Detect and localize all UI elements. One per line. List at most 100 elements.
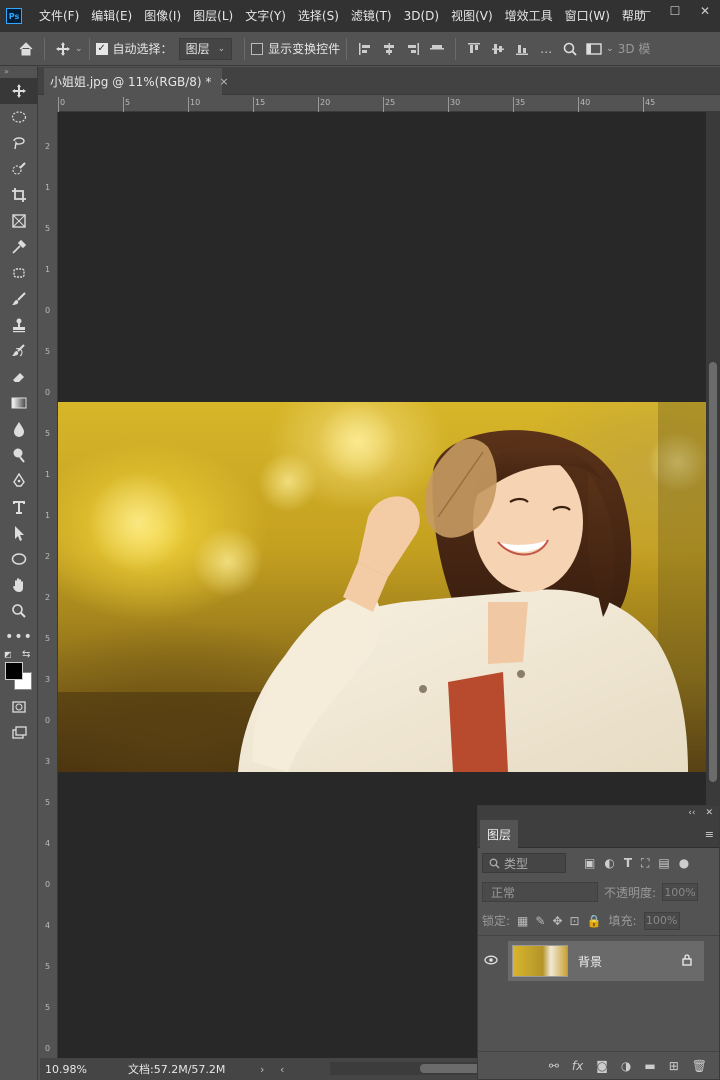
quick-select-tool-icon[interactable] <box>0 156 38 182</box>
menu-window[interactable]: 窗口(W) <box>559 0 616 32</box>
filter-adjustment-icon[interactable]: ◐ <box>604 856 614 871</box>
menu-3d[interactable]: 3D(D) <box>398 0 445 32</box>
ruler-horizontal[interactable]: 0 5 10 15 20 25 30 35 40 45 <box>58 96 720 112</box>
move-tool-icon[interactable] <box>51 37 75 61</box>
menu-select[interactable]: 选择(S) <box>292 0 345 32</box>
path-selection-tool-icon[interactable] <box>0 520 38 546</box>
close-panel-icon[interactable]: ✕ <box>705 808 713 818</box>
foreground-color-swatch[interactable] <box>5 662 23 680</box>
quick-mask-icon[interactable] <box>0 694 38 720</box>
distribute-icon[interactable] <box>425 37 449 61</box>
align-right-icon[interactable] <box>401 37 425 61</box>
collapse-panel-icon[interactable]: ‹‹ <box>688 808 695 818</box>
align-middle-icon[interactable] <box>486 37 510 61</box>
menu-filter[interactable]: 滤镜(T) <box>345 0 398 32</box>
filter-shape-icon[interactable]: ⛶ <box>641 856 649 871</box>
zoom-level[interactable]: 10.98% <box>40 1063 98 1076</box>
chevron-right-icon[interactable]: › <box>260 1063 264 1076</box>
menu-view[interactable]: 视图(V) <box>445 0 499 32</box>
document-tab[interactable]: 小姐姐.jpg @ 11%(RGB/8) * × <box>44 68 229 95</box>
type-tool-icon[interactable] <box>0 494 38 520</box>
show-transform-checkbox[interactable] <box>251 42 264 55</box>
delete-layer-icon[interactable]: 🗑 <box>692 1059 707 1073</box>
link-layers-icon[interactable]: ⚯ <box>549 1059 559 1073</box>
filter-toggle-icon[interactable]: ● <box>679 856 689 871</box>
menu-layer[interactable]: 图层(L) <box>187 0 239 32</box>
panel-menu-icon[interactable]: ≡ <box>705 828 714 841</box>
ruler-vertical[interactable]: 21510505112253035404550 <box>40 112 58 1058</box>
chevron-left-icon[interactable]: ‹ <box>280 1063 284 1076</box>
adjustment-layer-icon[interactable]: ◑ <box>621 1059 631 1073</box>
layer-style-icon[interactable]: fx <box>572 1059 583 1073</box>
search-icon[interactable] <box>558 37 582 61</box>
auto-select-checkbox[interactable]: ✓ <box>95 42 108 55</box>
lock-icon[interactable] <box>682 953 692 969</box>
blur-tool-icon[interactable] <box>0 416 38 442</box>
blend-mode-dropdown[interactable]: 正常 <box>482 882 598 902</box>
opacity-field[interactable]: 100% <box>662 883 699 901</box>
pen-tool-icon[interactable] <box>0 468 38 494</box>
layer-row[interactable]: 背景 <box>508 941 704 981</box>
eraser-tool-icon[interactable] <box>0 364 38 390</box>
workspace-icon[interactable] <box>582 37 606 61</box>
align-center-icon[interactable] <box>377 37 401 61</box>
align-left-icon[interactable] <box>353 37 377 61</box>
screen-mode-icon[interactable] <box>0 720 38 746</box>
new-layer-icon[interactable]: ⊞ <box>669 1059 679 1073</box>
lock-position-icon[interactable]: ✥ <box>552 914 562 928</box>
close-window-button[interactable]: ✕ <box>690 0 720 22</box>
minimize-button[interactable]: — <box>630 0 660 22</box>
menu-file[interactable]: 文件(F) <box>33 0 85 32</box>
chevron-down-icon[interactable]: ⌄ <box>75 44 83 54</box>
frame-tool-icon[interactable] <box>0 208 38 234</box>
menu-image[interactable]: 图像(I) <box>138 0 187 32</box>
marquee-tool-icon[interactable] <box>0 104 38 130</box>
healing-brush-tool-icon[interactable] <box>0 260 38 286</box>
add-mask-icon[interactable]: ◙ <box>596 1059 608 1073</box>
layer-filter-dropdown[interactable]: 类型 <box>482 853 566 873</box>
maximize-button[interactable]: ☐ <box>660 0 690 22</box>
ellipse-tool-icon[interactable] <box>0 546 38 572</box>
chevron-down-icon[interactable]: ⌄ <box>606 44 614 54</box>
menu-plugins[interactable]: 增效工具 <box>499 0 559 32</box>
menu-edit[interactable]: 编辑(E) <box>85 0 138 32</box>
menu-type[interactable]: 文字(Y) <box>239 0 292 32</box>
align-top-icon[interactable] <box>462 37 486 61</box>
zoom-tool-icon[interactable] <box>0 598 38 624</box>
hand-tool-icon[interactable] <box>0 572 38 598</box>
collapse-toolbox-icon[interactable]: » <box>0 66 37 78</box>
document-image[interactable] <box>58 402 706 772</box>
lasso-tool-icon[interactable] <box>0 130 38 156</box>
filter-type-icon[interactable]: T <box>624 856 632 871</box>
vertical-scroll-thumb[interactable] <box>709 362 717 782</box>
ruler-tick <box>578 97 579 112</box>
auto-select-target-dropdown[interactable]: 图层 ⌄ <box>178 37 233 60</box>
history-brush-tool-icon[interactable] <box>0 338 38 364</box>
lock-all-icon[interactable]: 🔒 <box>587 914 602 928</box>
crop-tool-icon[interactable] <box>0 182 38 208</box>
brush-tool-icon[interactable] <box>0 286 38 312</box>
lock-image-icon[interactable]: ✎ <box>535 914 545 928</box>
tab-layers[interactable]: 图层 <box>480 820 518 848</box>
lock-artboard-icon[interactable]: ⊡ <box>570 914 580 928</box>
clone-stamp-tool-icon[interactable] <box>0 312 38 338</box>
eyedropper-tool-icon[interactable] <box>0 234 38 260</box>
close-tab-icon[interactable]: × <box>219 75 228 88</box>
new-group-icon[interactable]: ▬ <box>644 1059 655 1073</box>
fill-field[interactable]: 100% <box>643 911 680 930</box>
gradient-tool-icon[interactable] <box>0 390 38 416</box>
edit-toolbar-icon[interactable]: ••• <box>0 624 38 650</box>
color-swatches[interactable]: ◩ ⇆ <box>0 649 38 694</box>
more-options-icon[interactable]: … <box>534 37 558 61</box>
home-icon[interactable] <box>14 37 38 61</box>
move-tool-icon[interactable] <box>0 78 38 104</box>
filter-pixel-icon[interactable]: ▣ <box>584 856 595 871</box>
lock-transparent-icon[interactable]: ▦ <box>517 914 528 928</box>
filter-smart-object-icon[interactable]: ▤ <box>658 856 669 871</box>
dodge-tool-icon[interactable] <box>0 442 38 468</box>
auto-select-label: 自动选择： <box>112 42 173 56</box>
visibility-eye-icon[interactable] <box>484 954 498 968</box>
align-bottom-icon[interactable] <box>510 37 534 61</box>
swap-colors-icon[interactable]: ⇆ <box>22 649 30 660</box>
default-colors-icon[interactable]: ◩ <box>4 650 12 659</box>
